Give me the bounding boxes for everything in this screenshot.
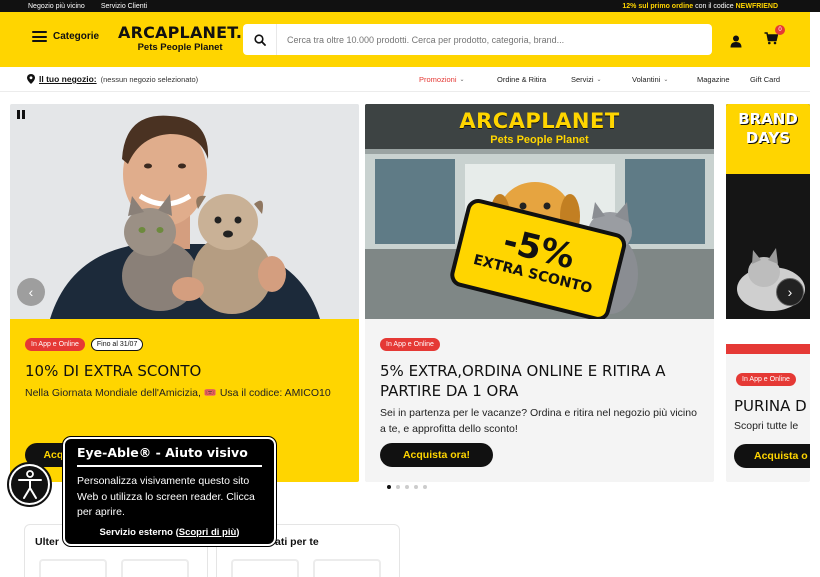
pause-slider-button[interactable] <box>17 110 25 119</box>
promo-card-1[interactable]: In App e Online Fino al 31/07 10% DI EXT… <box>10 104 359 482</box>
eye-able-footer: Servizio esterno (Scopri di più) <box>77 527 262 538</box>
store-label: Il tuo negozio: <box>39 74 97 84</box>
categories-label: Categorie <box>53 31 100 42</box>
cart-button[interactable]: 0 <box>764 25 785 50</box>
pause-icon <box>17 110 20 119</box>
promo-middle: con il codice <box>693 2 736 10</box>
store-sign-tagline: Pets People Planet <box>490 134 589 146</box>
nav-item-servizi[interactable]: Servizi ⌄ <box>571 75 632 84</box>
promo-card-2-body: In App e Online 5% EXTRA,ORDINA ONLINE E… <box>365 319 714 482</box>
promo-card-2-buy-button[interactable]: Acquista ora! <box>380 443 493 467</box>
promo-card-3-body: In App e Online PURINA D Scopri tutte le… <box>726 354 810 482</box>
brand-days-text: BRAND DAYS <box>726 110 810 148</box>
eye-able-footer-prefix: Servizio esterno ( <box>99 526 179 538</box>
shopping-cart-icon <box>764 32 779 45</box>
nav-item-label: Servizi <box>571 74 594 84</box>
promo-image-man-with-pets <box>10 104 359 319</box>
promo-card-2[interactable]: ARCAPLANET Pets People Planet -5% EXTRA … <box>365 104 714 482</box>
eye-able-tooltip: Eye-Able® - Aiuto visivo Personalizza vi… <box>62 436 277 547</box>
eye-able-description: Personalizza visivamente questo sito Web… <box>77 475 255 518</box>
chevron-left-icon: ‹ <box>28 284 34 300</box>
location-pin-icon <box>27 74 35 84</box>
user-account-icon[interactable] <box>730 35 742 48</box>
top-bar: Negozio più vicino Servizio Clienti 12% … <box>0 0 820 12</box>
store-value: (nessun negozio selezionato) <box>100 74 199 84</box>
slider-dot[interactable] <box>423 485 427 489</box>
nav-item-label: Promozioni <box>419 74 457 84</box>
search-button[interactable] <box>243 24 277 55</box>
promo-offer: 12% sul primo ordine <box>622 2 694 10</box>
nav-item-ordine-ritira[interactable]: Ordine & Ritira <box>497 75 571 84</box>
promo-card-3-title: PURINA D <box>734 397 807 415</box>
recommended-products-title: ati per te <box>275 536 319 548</box>
logo-tagline: Pets People Planet <box>137 42 223 53</box>
search-icon <box>253 33 266 46</box>
chevron-down-icon: ⌄ <box>596 76 602 83</box>
eye-able-accessibility-button[interactable] <box>7 462 52 507</box>
secondary-nav: Il tuo negozio: (nessun negozio selezion… <box>0 67 810 92</box>
promo-card-3-text: Scopri tutte le <box>734 420 799 432</box>
learn-more-link[interactable]: Scopri di più <box>179 527 237 538</box>
logo-wordmark: ARCAPLANET. <box>118 23 243 42</box>
promo-image-store-dog-cat: ARCAPLANET Pets People Planet -5% EXTRA … <box>365 104 714 319</box>
promo-banner: 12% sul primo ordine con il codice NEWFR… <box>622 3 778 10</box>
promo-card-3-buy-button[interactable]: Acquista o <box>734 444 810 468</box>
eye-able-title: Eye-Able® - Aiuto visivo <box>77 445 262 467</box>
main-header: Categorie ARCAPLANET. Pets People Planet… <box>0 12 810 67</box>
search-input[interactable] <box>277 25 712 54</box>
nav-item-promozioni[interactable]: Promozioni ⌄ <box>419 75 497 84</box>
arcaplanet-logo[interactable]: ARCAPLANET. Pets People Planet <box>118 25 242 54</box>
accessibility-person-icon <box>17 469 42 499</box>
nav-item-label: Volantini <box>632 74 661 84</box>
store-selector[interactable]: Il tuo negozio: (nessun negozio selezion… <box>27 74 198 84</box>
chevron-down-icon: ⌄ <box>663 76 669 83</box>
store-sign-wordmark: ARCAPLANET <box>459 109 620 133</box>
nav-item-volantini[interactable]: Volantini ⌄ <box>632 75 697 84</box>
product-thumbnail[interactable] <box>231 559 299 577</box>
promo-card-2-title: 5% EXTRA,ORDINA ONLINE E RITIRA A PARTIR… <box>380 362 666 400</box>
nav-item-magazine[interactable]: Magazine <box>697 75 750 84</box>
nav-item-label: Ordine & Ritira <box>497 74 547 84</box>
brand-days-line1: BRAND <box>738 110 798 128</box>
product-thumbnail[interactable] <box>121 559 189 577</box>
cart-count-badge: 0 <box>775 25 785 35</box>
product-thumbnail[interactable] <box>313 559 381 577</box>
eye-able-footer-suffix: ) <box>236 526 240 538</box>
brand-days-line2: DAYS <box>745 129 791 147</box>
slider-next-button[interactable]: › <box>776 278 804 306</box>
slider-dot[interactable] <box>405 485 409 489</box>
hamburger-menu-icon <box>32 31 47 42</box>
slider-dot[interactable] <box>396 485 400 489</box>
promo-card-1-title: 10% DI EXTRA SCONTO <box>25 362 202 380</box>
chevron-right-icon: › <box>787 284 793 300</box>
tag-valid-until: Fino al 31/07 <box>90 338 144 351</box>
nav-item-label: Magazine <box>697 74 730 84</box>
tag-in-app-online: In App e Online <box>380 338 440 351</box>
slider-dot[interactable] <box>414 485 418 489</box>
product-thumbnail[interactable] <box>39 559 107 577</box>
nearest-store-link[interactable]: Negozio più vicino <box>28 3 85 10</box>
promo-card-1-text: Nella Giornata Mondiale dell'Amicizia, 🎟… <box>25 387 331 399</box>
promo-card-2-text: Sei in partenza per le vacanze? Ordina e… <box>380 407 697 435</box>
customer-service-link[interactable]: Servizio Clienti <box>101 3 147 10</box>
chevron-down-icon: ⌄ <box>459 76 465 83</box>
nav-item-gift-card[interactable]: Gift Card <box>750 75 780 84</box>
tag-in-app-online: In App e Online <box>736 373 796 386</box>
nav-item-label: Gift Card <box>750 74 781 84</box>
slider-dots <box>387 485 427 489</box>
categories-button[interactable]: Categorie <box>32 31 99 42</box>
slider-prev-button[interactable]: ‹ <box>17 278 45 306</box>
slider-dot[interactable] <box>387 485 391 489</box>
search-bar <box>243 24 712 55</box>
store-sign-logo: ARCAPLANET Pets People Planet <box>365 109 714 146</box>
tag-in-app-online: In App e Online <box>25 338 85 351</box>
promo-code: NEWFRIEND <box>735 2 778 10</box>
recent-products-title: Ulter <box>35 536 59 548</box>
red-strip <box>726 344 810 354</box>
